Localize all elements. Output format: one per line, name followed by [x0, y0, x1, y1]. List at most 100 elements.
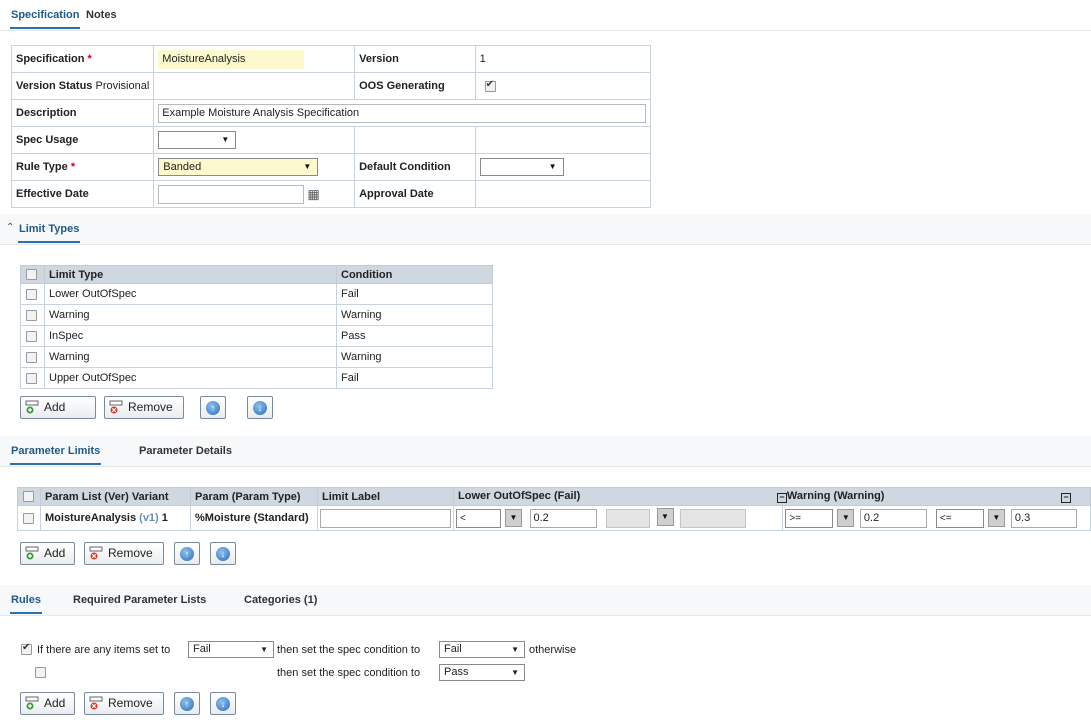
condition-cell: Warning	[336, 304, 493, 326]
tab-specification[interactable]: Specification	[9, 9, 81, 29]
add-parameter-button[interactable]: Add	[20, 542, 75, 565]
remove-limit-type-button[interactable]: Remove	[104, 396, 184, 419]
specification-input[interactable]: MoistureAnalysis	[158, 49, 305, 69]
move-down-button[interactable]: ↓	[210, 692, 236, 715]
arrow-down-icon: ↓	[216, 697, 230, 711]
warning-value1-input[interactable]: 0.2	[859, 508, 927, 528]
select-all-checkbox[interactable]	[26, 269, 37, 281]
limit-type-cell: Lower OutOfSpec	[44, 283, 337, 305]
move-up-button[interactable]: ↑	[200, 396, 226, 419]
table-row[interactable]: Lower OutOfSpec Fail	[20, 283, 493, 305]
limit-type-header: Limit Type	[44, 265, 337, 284]
tab-categories[interactable]: Categories (1)	[244, 594, 317, 606]
lower-oos-value2-input	[679, 508, 746, 528]
add-row-icon	[25, 696, 39, 710]
oos-generating-checkbox[interactable]	[484, 79, 496, 92]
remove-parameter-button[interactable]: Remove	[84, 542, 164, 565]
top-tab-bar: Specification Notes	[0, 0, 1091, 31]
description-input[interactable]: Example Moisture Analysis Specification	[158, 103, 647, 123]
table-row[interactable]: Warning Warning	[20, 346, 493, 368]
tab-rules[interactable]: Rules	[10, 594, 42, 614]
version-status-value: Provisional	[95, 80, 150, 92]
calendar-icon[interactable]: ▦	[307, 186, 319, 201]
effective-date-input[interactable]	[158, 184, 305, 204]
table-row[interactable]: InSpec Pass	[20, 325, 493, 347]
rule1-checkbox[interactable]	[21, 642, 32, 655]
lower-oos-value-input[interactable]: 0.2	[529, 508, 597, 528]
limit-type-cell: Warning	[44, 346, 337, 368]
chevron-down-icon: ▼	[837, 508, 855, 527]
warning-value2-input[interactable]: 0.3	[1010, 508, 1077, 528]
limit-types-table: Limit Type Condition Lower OutOfSpec Fai…	[20, 265, 493, 389]
condition-cell: Fail	[336, 367, 493, 389]
add-rule-button[interactable]: Add	[20, 692, 75, 715]
oos-generating-label: OOS Generating	[354, 72, 476, 100]
warning-header: Warning (Warning) −	[782, 487, 1091, 506]
select-all-checkbox[interactable]	[23, 491, 34, 503]
remove-row-icon	[109, 400, 123, 414]
rule1-prefix-text: If there are any items set to	[37, 644, 171, 656]
tab-required-parameter-lists[interactable]: Required Parameter Lists	[73, 594, 206, 606]
condition-cell: Fail	[336, 283, 493, 305]
table-row[interactable]: Warning Warning	[20, 304, 493, 326]
remove-row-icon	[89, 546, 103, 560]
param-list-cell: MoistureAnalysis (v1) 1	[40, 505, 191, 531]
move-up-button[interactable]: ↑	[174, 542, 200, 565]
add-row-icon	[25, 400, 39, 414]
spec-usage-select[interactable]: ▼	[158, 131, 237, 149]
version-value: 1	[474, 45, 652, 73]
version-label: Version	[354, 45, 476, 73]
arrow-up-icon: ↑	[206, 401, 220, 415]
tab-parameter-limits[interactable]: Parameter Limits	[9, 445, 102, 465]
rules-tab-bar: Rules Required Parameter Lists Categorie…	[0, 585, 1091, 616]
collapse-icon[interactable]: ⌃	[6, 222, 14, 233]
row-checkbox[interactable]	[26, 372, 37, 384]
chevron-down-icon: ▼	[511, 645, 519, 654]
default-condition-select[interactable]: ▼	[479, 158, 564, 176]
limit-types-header: ⌃ Limit Types	[0, 214, 1091, 245]
move-up-button[interactable]: ↑	[174, 692, 200, 715]
table-row[interactable]: Upper OutOfSpec Fail	[20, 367, 493, 389]
rule1-condition-select[interactable]: Fail ▼	[439, 641, 525, 658]
limit-types-title[interactable]: Limit Types	[17, 223, 81, 243]
tab-notes[interactable]: Notes	[86, 9, 117, 21]
rule2-checkbox[interactable]	[35, 666, 47, 678]
rule2-condition-select[interactable]: Pass ▼	[439, 664, 525, 681]
collapse-column-icon[interactable]: −	[1061, 493, 1071, 503]
row-checkbox[interactable]	[23, 512, 34, 524]
lower-oos-operator-select[interactable]: < ▼	[456, 508, 522, 528]
specification-form: Specification * MoistureAnalysis Version…	[10, 45, 652, 208]
row-checkbox[interactable]	[26, 330, 37, 342]
remove-rule-button[interactable]: Remove	[84, 692, 164, 715]
condition-header: Condition	[336, 265, 493, 284]
chevron-down-icon: ▼	[548, 162, 557, 171]
row-checkbox[interactable]	[26, 288, 37, 300]
tab-parameter-details[interactable]: Parameter Details	[139, 445, 232, 457]
row-checkbox[interactable]	[26, 351, 37, 363]
table-row[interactable]: MoistureAnalysis (v1) 1 %Moisture (Stand…	[17, 505, 1091, 531]
lower-oos-header: Lower OutOfSpec (Fail) −	[452, 487, 787, 506]
rule1-items-select[interactable]: Fail ▼	[188, 641, 274, 658]
approval-date-label: Approval Date	[354, 180, 476, 208]
add-row-icon	[25, 546, 39, 560]
specification-label: Specification *	[10, 45, 155, 73]
arrow-up-icon: ↑	[180, 697, 194, 711]
parameter-limits-table: Param List (Ver) Variant Param (Param Ty…	[17, 487, 1091, 531]
arrow-down-icon: ↓	[253, 401, 267, 415]
collapse-column-icon[interactable]: −	[776, 493, 787, 503]
lower-oos-operator2-select	[605, 508, 650, 528]
rule1-otherwise-text: otherwise	[529, 644, 577, 656]
arrow-up-icon: ↑	[180, 547, 194, 561]
chevron-down-icon: ▼	[987, 508, 1005, 527]
move-down-button[interactable]: ↓	[210, 542, 236, 565]
add-limit-type-button[interactable]: Add	[20, 396, 96, 419]
move-down-button[interactable]: ↓	[247, 396, 273, 419]
limit-label-input[interactable]	[320, 508, 451, 528]
row-checkbox[interactable]	[26, 309, 37, 321]
chevron-down-icon: ▼	[260, 645, 268, 654]
description-label: Description	[10, 99, 155, 127]
param-list-header: Param List (Ver) Variant	[40, 487, 191, 506]
warning-operator1-select[interactable]: >= ▼	[785, 508, 855, 528]
warning-operator2-select[interactable]: <= ▼	[935, 508, 1005, 528]
rule-type-select[interactable]: Banded ▼	[158, 158, 319, 176]
